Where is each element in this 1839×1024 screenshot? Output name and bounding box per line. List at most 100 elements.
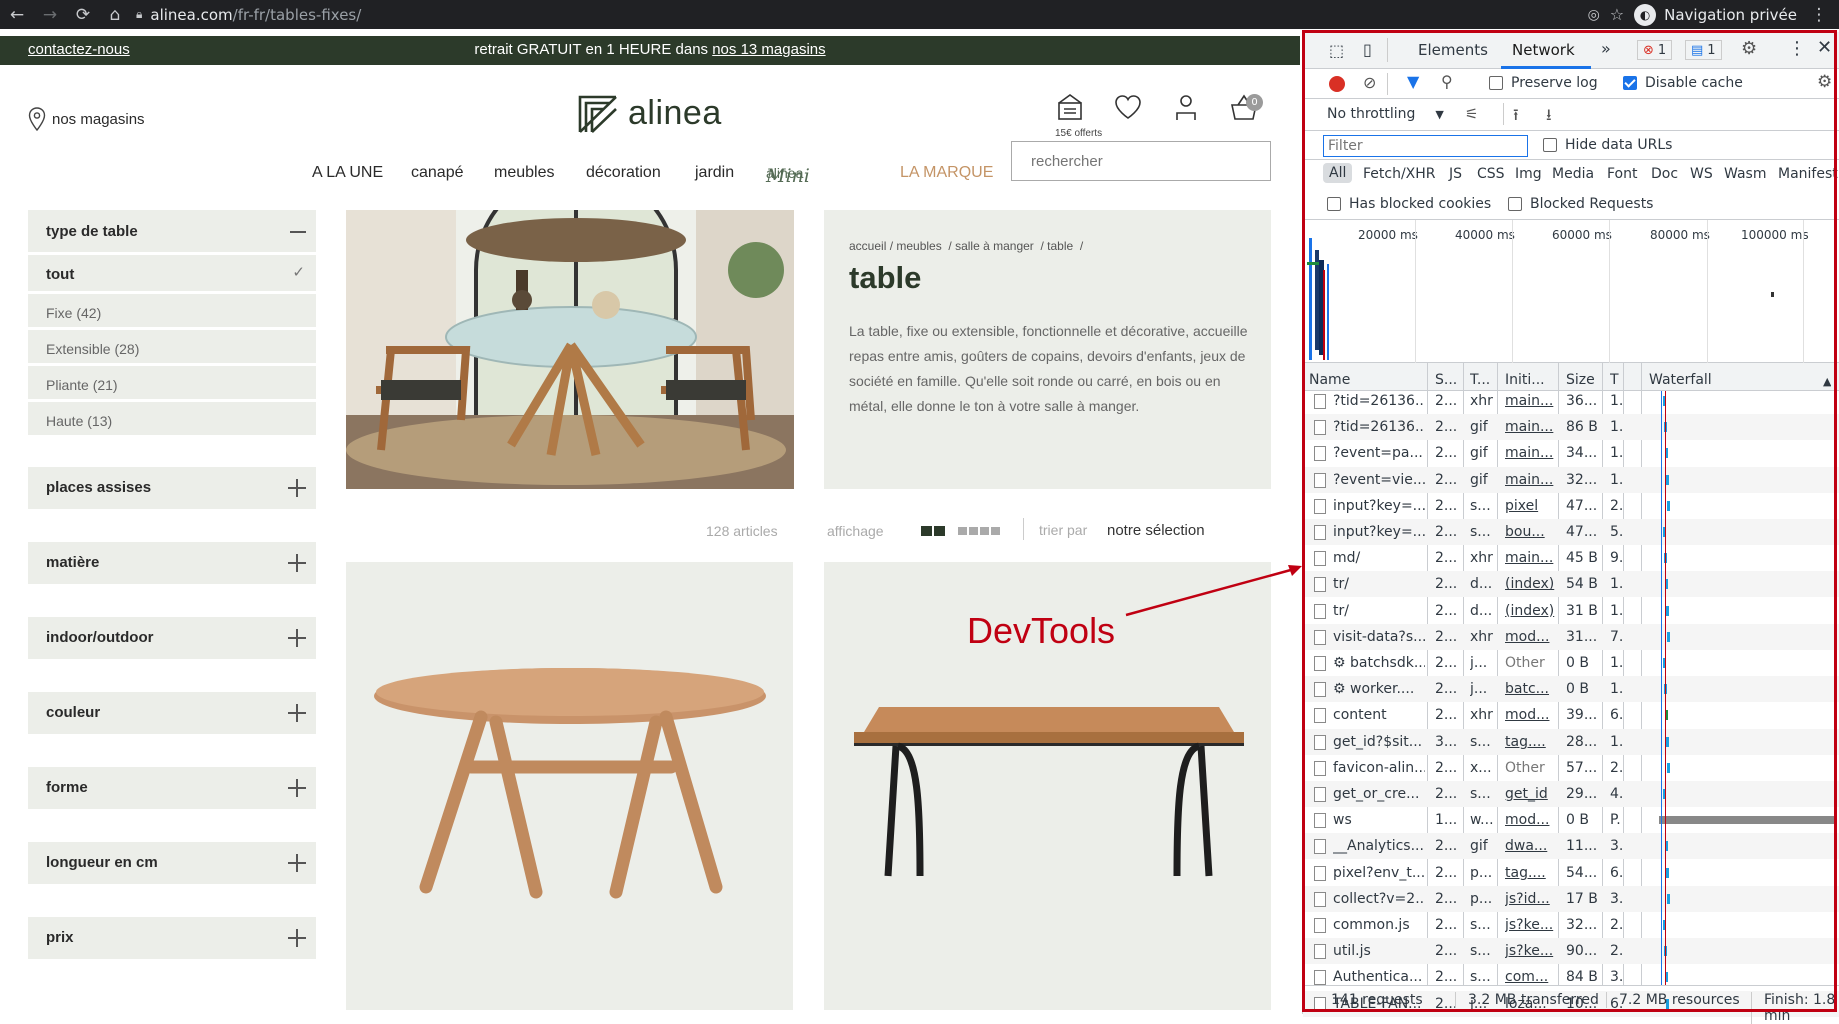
forward-icon[interactable]: → — [39, 4, 61, 26]
cell-initiator[interactable]: main... — [1505, 467, 1555, 493]
tab-network[interactable]: Network — [1512, 41, 1575, 59]
filter-option-haute[interactable]: Haute (13) — [28, 400, 316, 435]
table-row[interactable]: common.js 2... s... js?ke... 32... 2. — [1303, 912, 1839, 938]
settings-gear-icon[interactable]: ⚙ — [1741, 38, 1757, 59]
product-card[interactable] — [346, 562, 793, 1010]
hide-data-urls-checkbox[interactable]: Hide data URLs — [1543, 137, 1672, 153]
inspect-element-icon[interactable]: ⬚ — [1329, 41, 1344, 60]
cell-initiator[interactable]: main... — [1505, 388, 1555, 414]
cell-initiator[interactable]: js?id... — [1505, 886, 1555, 912]
device-toolbar-icon[interactable]: ▯ — [1363, 40, 1372, 59]
cell-initiator[interactable]: main... — [1505, 414, 1555, 440]
filter-group[interactable]: couleur — [28, 692, 316, 734]
menu-dots-icon[interactable]: ⋮ — [1808, 4, 1830, 26]
cell-initiator[interactable]: mod... — [1505, 807, 1555, 833]
record-icon[interactable] — [1329, 76, 1345, 92]
clear-icon[interactable]: ⊘ — [1363, 73, 1376, 92]
export-har-icon[interactable]: ⭳ — [1546, 104, 1552, 131]
cell-initiator[interactable]: bou... — [1505, 519, 1555, 545]
breadcrumb-home[interactable]: accueil — [849, 239, 886, 253]
cell-initiator[interactable]: pixel — [1505, 493, 1555, 519]
network-overview-timeline[interactable]: 20000 ms 40000 ms 60000 ms 80000 ms 1000… — [1303, 220, 1839, 363]
tab-elements[interactable]: Elements — [1418, 41, 1488, 59]
nav-decoration[interactable]: décoration — [586, 164, 661, 182]
breadcrumb-meubles[interactable]: meubles — [896, 239, 941, 253]
blocked-requests-checkbox[interactable]: Blocked Requests — [1508, 196, 1653, 212]
grid-2-view-icon[interactable] — [921, 526, 947, 537]
gift-card-icon[interactable] — [1055, 92, 1085, 122]
table-row[interactable]: ?tid=26136... 2... xhr main... 36... 1. — [1303, 388, 1839, 414]
search-input[interactable] — [1011, 141, 1271, 181]
table-row[interactable]: md/2... xhr main... 45 B 9. — [1303, 545, 1839, 571]
table-row[interactable]: input?key=... 2... s... pixel 47... 2. — [1303, 493, 1839, 519]
account-icon[interactable] — [1171, 92, 1201, 122]
type-all[interactable]: All — [1323, 163, 1353, 183]
cell-initiator[interactable]: (index) — [1505, 571, 1555, 597]
type-fetch-xhr[interactable]: Fetch/XHR — [1363, 166, 1436, 182]
type-font[interactable]: Font — [1607, 166, 1637, 182]
table-row[interactable]: ?event=pa... 2... gif main... 34... 1. — [1303, 440, 1839, 466]
cell-initiator[interactable]: Other — [1505, 755, 1555, 781]
error-counter[interactable]: ⊗ 1 — [1637, 40, 1673, 60]
back-icon[interactable]: ← — [6, 4, 28, 26]
filter-option-pliante[interactable]: Pliante (21) — [28, 364, 316, 399]
type-css[interactable]: CSS — [1477, 166, 1505, 182]
wishlist-heart-icon[interactable] — [1113, 92, 1143, 122]
cell-initiator[interactable]: dwa... — [1505, 833, 1555, 859]
close-devtools-icon[interactable]: ✕ — [1817, 37, 1832, 58]
type-doc[interactable]: Doc — [1651, 166, 1678, 182]
filter-funnel-icon[interactable]: ▼ — [1407, 72, 1419, 91]
type-manifest[interactable]: Manifest — [1778, 166, 1838, 182]
bookmark-star-icon[interactable]: ☆ — [1610, 5, 1624, 24]
table-row[interactable]: tr/2... d... (index) 54 B 1. — [1303, 571, 1839, 598]
cell-initiator[interactable]: js?ke... — [1505, 912, 1555, 938]
import-har-icon[interactable]: ⭱ — [1513, 104, 1519, 131]
table-row[interactable]: get_id?$sit... 3... s... tag.... 28... 1. — [1303, 728, 1839, 755]
nav-canape[interactable]: canapé — [411, 164, 464, 182]
table-row[interactable]: collect?v=2... 2... p... js?id... 17 B 3. — [1303, 885, 1839, 912]
table-row[interactable]: visit-data?s... 2... xhr mod... 31... 7. — [1303, 623, 1839, 650]
table-row[interactable]: ⚙ batchsdk... 2... j... Other 0 B 1. — [1303, 650, 1839, 676]
cell-initiator[interactable]: js?ke... — [1505, 938, 1555, 964]
type-js[interactable]: JS — [1449, 166, 1462, 182]
table-row[interactable]: ?tid=26136... 2... gif main... 86 B 1. — [1303, 414, 1839, 441]
cell-initiator[interactable]: mod... — [1505, 702, 1555, 728]
cell-initiator[interactable]: main... — [1505, 440, 1555, 466]
tracking-protection-icon[interactable]: ◎ — [1588, 7, 1600, 23]
cell-initiator[interactable]: mod... — [1505, 624, 1555, 650]
private-mode-indicator[interactable]: ◐ Navigation privée — [1634, 3, 1797, 26]
nav-la-marque[interactable]: LA MARQUE — [900, 164, 993, 182]
cell-initiator[interactable]: Other — [1505, 650, 1555, 676]
nav-meubles[interactable]: meubles — [494, 164, 554, 182]
cell-initiator[interactable]: (index) — [1505, 598, 1555, 624]
filter-input[interactable] — [1323, 135, 1528, 157]
table-row[interactable]: input?key=... 2... s... bou... 47... 5. — [1303, 519, 1839, 545]
breadcrumb-salle-a-manger[interactable]: salle à manger — [955, 239, 1034, 253]
type-ws[interactable]: WS — [1690, 166, 1713, 182]
sort-select[interactable]: notre sélection — [1107, 522, 1205, 539]
has-blocked-cookies-checkbox[interactable]: Has blocked cookies — [1327, 196, 1491, 212]
cell-initiator[interactable]: main... — [1505, 545, 1555, 571]
table-row[interactable]: ?event=vie... 2... gif main... 32... 1. — [1303, 466, 1839, 493]
cell-initiator[interactable]: tag.... — [1505, 860, 1555, 886]
stores-link-header[interactable]: nos magasins — [28, 107, 145, 131]
table-row[interactable]: favicon-alin... 2... x... Other 57... 2. — [1303, 755, 1839, 781]
search-icon[interactable]: ⚲ — [1441, 72, 1453, 91]
preserve-log-checkbox[interactable]: Preserve log — [1489, 75, 1598, 91]
alinea-logo[interactable]: alinea — [578, 94, 722, 133]
reload-icon[interactable]: ⟳ — [72, 4, 94, 26]
filter-group[interactable]: matière — [28, 542, 316, 584]
message-counter[interactable]: ▤ 1 — [1685, 40, 1722, 60]
filter-group[interactable]: prix — [28, 917, 316, 959]
cell-initiator[interactable]: batc... — [1505, 676, 1555, 702]
filter-group[interactable]: places assises — [28, 467, 316, 509]
table-row[interactable]: tr/2... d... (index) 31 B 1. — [1303, 598, 1839, 624]
filter-group[interactable]: forme — [28, 767, 316, 809]
table-row[interactable]: ⚙ worker.... 2... j... batc... 0 B 1. — [1303, 676, 1839, 703]
filter-group[interactable]: longueur en cm — [28, 842, 316, 884]
devtools-menu-icon[interactable]: ⋮ — [1788, 38, 1806, 59]
table-row[interactable]: util.js 2... s... js?ke... 90... 2. — [1303, 938, 1839, 965]
breadcrumb-table[interactable]: table — [1047, 239, 1073, 253]
table-row[interactable]: pixel?env_t... 2... p... tag.... 54... 6. — [1303, 860, 1839, 886]
filter-type-header[interactable]: type de table — [28, 210, 316, 252]
